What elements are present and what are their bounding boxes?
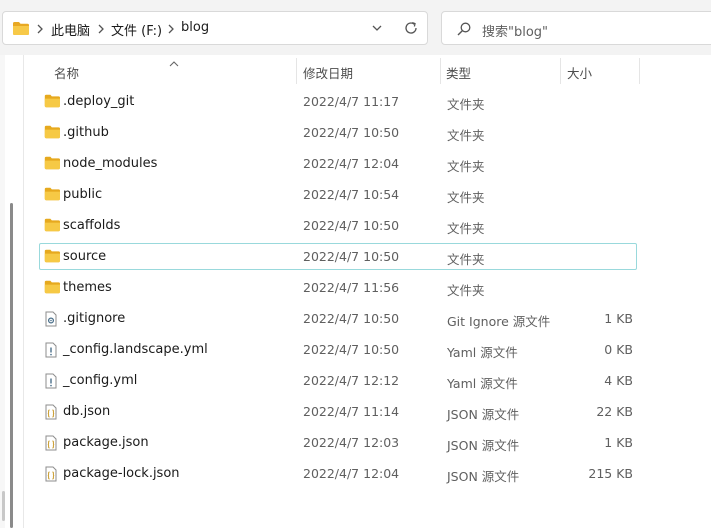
sort-ascending-icon bbox=[169, 55, 179, 70]
json-file-icon bbox=[44, 404, 58, 423]
file-size: 1 KB bbox=[604, 311, 633, 326]
file-modified-date: 2022/4/7 10:50 bbox=[303, 342, 400, 357]
top-bar: 此电脑 文件 (F:) blog 搜索"blog" bbox=[0, 0, 711, 55]
file-row[interactable]: scaffolds 2022/4/7 10:50 文件夹 bbox=[39, 212, 637, 239]
folder-icon bbox=[44, 187, 61, 204]
nav-scrollbar-track[interactable] bbox=[0, 55, 5, 528]
file-name: scaffolds bbox=[63, 218, 121, 233]
file-size: 4 KB bbox=[604, 373, 633, 388]
file-name: node_modules bbox=[63, 156, 158, 171]
folder-icon bbox=[44, 125, 61, 142]
file-row[interactable]: _config.landscape.yml 2022/4/7 10:50 Yaml … bbox=[39, 336, 637, 363]
chevron-down-icon[interactable] bbox=[371, 22, 383, 37]
file-name: public bbox=[63, 187, 103, 202]
file-type: 文件夹 bbox=[447, 190, 485, 205]
chevron-right-icon[interactable] bbox=[167, 23, 177, 35]
file-name: db.json bbox=[63, 404, 111, 419]
file-row[interactable]: node_modules 2022/4/7 12:04 文件夹 bbox=[39, 150, 637, 177]
file-modified-date: 2022/4/7 12:04 bbox=[303, 156, 400, 171]
file-row[interactable]: public 2022/4/7 10:54 文件夹 bbox=[39, 181, 637, 208]
file-modified-date: 2022/4/7 10:54 bbox=[303, 187, 400, 202]
column-header-type[interactable]: 类型 bbox=[446, 63, 471, 82]
file-name: source bbox=[63, 249, 107, 264]
refresh-icon[interactable] bbox=[403, 20, 419, 39]
file-type: Yaml 源文件 bbox=[447, 345, 518, 360]
column-divider[interactable] bbox=[440, 58, 441, 84]
json-file-icon bbox=[44, 435, 58, 454]
file-row[interactable]: _config.yml 2022/4/7 12:12 Yaml 源文件 4 KB bbox=[39, 367, 637, 394]
folder-icon bbox=[44, 218, 61, 235]
file-type: 文件夹 bbox=[447, 97, 485, 112]
file-type: JSON 源文件 bbox=[447, 438, 520, 453]
navigation-pane-edge bbox=[0, 55, 24, 528]
file-name: _config.yml bbox=[63, 373, 138, 388]
file-modified-date: 2022/4/7 12:04 bbox=[303, 466, 400, 481]
column-divider[interactable] bbox=[560, 58, 561, 84]
file-size: 0 KB bbox=[604, 342, 633, 357]
file-type: 文件夹 bbox=[447, 128, 485, 143]
address-bar[interactable]: 此电脑 文件 (F:) blog bbox=[2, 11, 428, 45]
file-modified-date: 2022/4/7 10:50 bbox=[303, 249, 400, 264]
folder-icon bbox=[44, 249, 61, 266]
file-size: 215 KB bbox=[588, 466, 633, 481]
file-modified-date: 2022/4/7 11:56 bbox=[303, 280, 400, 295]
file-row[interactable]: themes 2022/4/7 11:56 文件夹 bbox=[39, 274, 637, 301]
exclamation-file-icon bbox=[44, 373, 58, 392]
file-name: .github bbox=[63, 125, 109, 140]
column-divider[interactable] bbox=[639, 58, 640, 84]
file-modified-date: 2022/4/7 10:50 bbox=[303, 218, 400, 233]
file-type: 文件夹 bbox=[447, 283, 485, 298]
file-modified-date: 2022/4/7 12:12 bbox=[303, 373, 400, 388]
file-row[interactable]: db.json 2022/4/7 11:14 JSON 源文件 22 KB bbox=[39, 398, 637, 425]
nav-scrollbar-thumb[interactable] bbox=[2, 491, 5, 521]
file-type: 文件夹 bbox=[447, 159, 485, 174]
gear-file-icon bbox=[44, 311, 58, 330]
search-placeholder: 搜索"blog" bbox=[482, 25, 549, 40]
folder-icon bbox=[44, 280, 61, 297]
folder-icon bbox=[44, 156, 61, 173]
file-name: package.json bbox=[63, 435, 149, 450]
column-divider[interactable] bbox=[296, 58, 297, 84]
file-name: .gitignore bbox=[63, 311, 126, 326]
file-row[interactable]: .gitignore 2022/4/7 10:50 Git Ignore 源文件 1 … bbox=[39, 305, 637, 332]
file-modified-date: 2022/4/7 12:03 bbox=[303, 435, 400, 450]
breadcrumb-this-pc[interactable]: 此电脑 bbox=[51, 20, 90, 39]
file-row[interactable]: package-lock.json 2022/4/7 12:04 JSON 源文件 2… bbox=[39, 460, 637, 487]
chevron-right-icon[interactable] bbox=[36, 23, 46, 35]
column-header-name[interactable]: 名称 bbox=[54, 63, 79, 82]
breadcrumb-blog[interactable]: blog bbox=[181, 20, 209, 35]
file-modified-date: 2022/4/7 11:17 bbox=[303, 94, 400, 109]
folder-icon bbox=[12, 21, 30, 39]
file-row[interactable]: package.json 2022/4/7 12:03 JSON 源文件 1 KB bbox=[39, 429, 637, 456]
content-scrollbar-thumb[interactable] bbox=[10, 203, 13, 528]
file-row[interactable]: source 2022/4/7 10:50 文件夹 bbox=[39, 243, 637, 270]
search-box[interactable]: 搜索"blog" bbox=[441, 11, 711, 45]
file-name: _config.landscape.yml bbox=[63, 342, 208, 357]
file-type: 文件夹 bbox=[447, 221, 485, 236]
json-file-icon bbox=[44, 466, 58, 485]
file-modified-date: 2022/4/7 10:50 bbox=[303, 125, 400, 140]
column-header-date[interactable]: 修改日期 bbox=[303, 63, 353, 82]
column-header-size[interactable]: 大小 bbox=[567, 63, 592, 82]
file-type: 文件夹 bbox=[447, 252, 485, 267]
file-row[interactable]: .deploy_git 2022/4/7 11:17 文件夹 bbox=[39, 88, 637, 115]
file-name: .deploy_git bbox=[63, 94, 135, 109]
file-type: JSON 源文件 bbox=[447, 407, 520, 422]
file-modified-date: 2022/4/7 10:50 bbox=[303, 311, 400, 326]
file-row[interactable]: .github 2022/4/7 10:50 文件夹 bbox=[39, 119, 637, 146]
file-size: 1 KB bbox=[604, 435, 633, 450]
file-name: themes bbox=[63, 280, 112, 295]
search-icon bbox=[456, 21, 472, 40]
file-type: Git Ignore 源文件 bbox=[447, 314, 551, 329]
breadcrumb-drive[interactable]: 文件 (F:) bbox=[111, 20, 162, 39]
file-type: JSON 源文件 bbox=[447, 469, 520, 484]
chevron-right-icon[interactable] bbox=[97, 23, 107, 35]
file-size: 22 KB bbox=[596, 404, 633, 419]
column-header: 名称 修改日期 类型 大小 bbox=[24, 55, 711, 88]
exclamation-file-icon bbox=[44, 342, 58, 361]
file-type: Yaml 源文件 bbox=[447, 376, 518, 391]
folder-icon bbox=[44, 94, 61, 111]
file-modified-date: 2022/4/7 11:14 bbox=[303, 404, 400, 419]
file-name: package-lock.json bbox=[63, 466, 180, 481]
